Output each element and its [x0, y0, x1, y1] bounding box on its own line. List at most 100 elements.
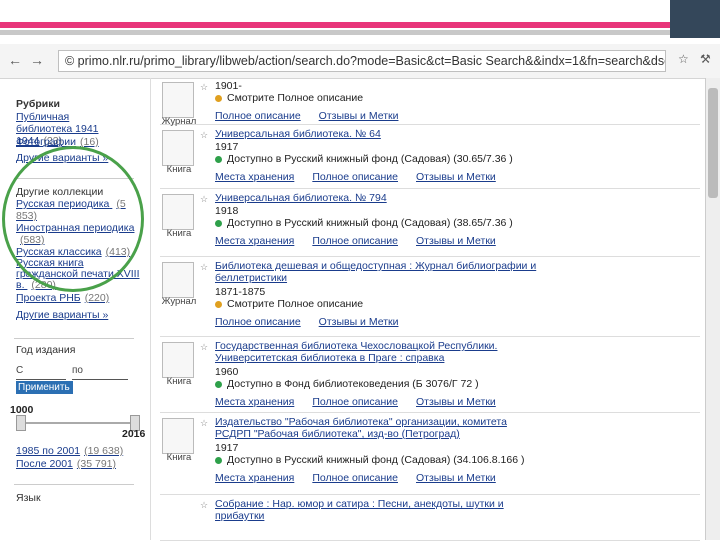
dark-corner-block — [670, 0, 720, 38]
facet-label: Фотографии — [16, 136, 77, 148]
url-input[interactable]: © primo.nlr.ru/primo_library/libweb/acti… — [58, 50, 666, 72]
facet-collection-4[interactable]: Русская книга гражданской печати XVIII в… — [16, 258, 141, 291]
save-to-basket-icon[interactable]: ☆ — [200, 194, 208, 205]
result-record: ☆ Собрание : Нар. юмор и сатира : Песни, … — [160, 496, 700, 541]
bookmark-star-icon[interactable]: ☆ — [678, 52, 689, 66]
year-to-field[interactable]: по — [72, 365, 128, 380]
result-action-link[interactable]: Места хранения — [215, 472, 294, 484]
result-action-link[interactable]: Отзывы и Метки — [319, 316, 399, 328]
facet-label: Иностранная периодика — [16, 222, 135, 234]
result-action-link[interactable]: Отзывы и Метки — [416, 472, 496, 484]
result-record: Книга ☆ Издательство "Рабочая библиотека" … — [160, 414, 700, 495]
to-label: по — [72, 365, 83, 376]
result-record: Книга ☆ Государственная библиотека Чехосло… — [160, 338, 700, 413]
save-to-basket-icon[interactable]: ☆ — [200, 82, 208, 93]
result-action-link[interactable]: Отзывы и Метки — [416, 235, 496, 247]
other-options-link-1[interactable]: Другие варианты » — [16, 152, 108, 164]
column-divider — [150, 78, 151, 540]
result-action-link[interactable]: Полное описание — [215, 110, 301, 122]
result-action-link[interactable]: Отзывы и Метки — [319, 110, 399, 122]
result-action-link[interactable]: Отзывы и Метки — [416, 171, 496, 183]
result-record: Книга ☆ Универсальная библиотека. № 794 191… — [160, 190, 700, 257]
availability-status: Доступно в Русский книжный фонд (Садовая… — [215, 217, 513, 229]
result-title-link[interactable]: Универсальная библиотека. № 64 — [215, 128, 545, 140]
save-to-basket-icon[interactable]: ☆ — [200, 130, 208, 141]
year-slider-track[interactable] — [18, 422, 138, 424]
result-title-link[interactable]: Библиотека дешевая и общедоступная : Жур… — [215, 260, 545, 284]
availability-text: Доступно в Русский книжный фонд (Садовая… — [227, 153, 513, 165]
availability-text: Доступно в Русский книжный фонд (Садовая… — [227, 217, 513, 229]
facet-collection-5[interactable]: Проекта РНБ (220) — [16, 292, 109, 304]
resource-type-label: Книга — [166, 452, 192, 463]
result-action-link[interactable]: Полное описание — [312, 396, 398, 408]
save-to-basket-icon[interactable]: ☆ — [200, 500, 208, 511]
back-arrow-icon[interactable]: ← — [8, 52, 22, 68]
facet-count: (583) — [20, 234, 45, 246]
availability-status: Доступно в Русский книжный фонд (Садовая… — [215, 454, 524, 466]
result-date: 1901- — [215, 80, 242, 92]
facet-collection-2[interactable]: Иностранная периодика (583) — [16, 222, 136, 246]
year-header: Год издания — [16, 344, 76, 356]
resource-type-icon[interactable] — [162, 418, 194, 454]
resource-type-icon[interactable] — [162, 82, 194, 118]
forward-arrow-icon[interactable]: → — [30, 52, 44, 68]
facet-year-2[interactable]: После 2001 (35 791) — [16, 458, 116, 470]
availability-text: Доступно в Русский книжный фонд (Садовая… — [227, 454, 525, 466]
result-action-link[interactable]: Места хранения — [215, 235, 294, 247]
availability-dot-icon — [215, 219, 222, 227]
result-date: 1960 — [215, 366, 239, 378]
result-title-link[interactable]: Универсальная библиотека. № 794 — [215, 192, 545, 204]
gray-stripe — [0, 30, 670, 35]
save-to-basket-icon[interactable]: ☆ — [200, 262, 208, 273]
collections-header: Другие коллекции — [16, 186, 104, 198]
facet-collection-1[interactable]: Русская периодика (5 853) — [16, 198, 131, 222]
apply-button[interactable]: Применить — [16, 381, 73, 394]
result-action-link[interactable]: Места хранения — [215, 396, 294, 408]
slider-min-handle[interactable] — [16, 415, 26, 431]
facet-rubric-2[interactable]: Фотографии (16) — [16, 136, 99, 148]
divider — [14, 484, 134, 485]
result-action-link[interactable]: Отзывы и Метки — [416, 396, 496, 408]
result-actions: Полное описание Отзывы и Метки — [215, 110, 416, 122]
other-options-link-2[interactable]: Другие варианты » — [16, 309, 108, 321]
availability-text: Смотрите Полное описание — [227, 298, 364, 310]
result-action-link[interactable]: Полное описание — [215, 316, 301, 328]
availability-status: Доступно в Русский книжный фонд (Садовая… — [215, 153, 513, 165]
availability-dot-icon — [215, 456, 222, 464]
resource-type-icon[interactable] — [162, 342, 194, 378]
slider-max-label: 2016 — [122, 428, 146, 440]
facet-count: (16) — [80, 136, 99, 148]
save-to-basket-icon[interactable]: ☆ — [200, 418, 208, 429]
vertical-scrollbar[interactable] — [705, 78, 720, 540]
resource-type-icon[interactable] — [162, 262, 194, 298]
result-action-link[interactable]: Полное описание — [312, 235, 398, 247]
scrollbar-thumb[interactable] — [708, 88, 718, 198]
availability-text: Смотрите Полное описание — [227, 92, 364, 104]
resource-type-label: Книга — [166, 376, 192, 387]
result-action-link[interactable]: Полное описание — [312, 171, 398, 183]
result-title-link[interactable]: Издательство "Рабочая библиотека" органи… — [215, 416, 545, 440]
result-action-link[interactable]: Полное описание — [312, 472, 398, 484]
result-action-link[interactable]: Места хранения — [215, 171, 294, 183]
wrench-icon[interactable]: ⚒ — [700, 52, 711, 66]
facet-sidebar: Рубрики Публичная библиотека 1941 1944 (2… — [0, 78, 150, 540]
facet-label: Русская периодика — [16, 198, 110, 210]
resource-type-label: Книга — [166, 164, 192, 175]
save-to-basket-icon[interactable]: ☆ — [200, 342, 208, 353]
facet-count: (19 638) — [84, 445, 124, 457]
result-title-link[interactable]: Собрание : Нар. юмор и сатира : Песни, а… — [215, 498, 545, 522]
divider — [14, 338, 134, 339]
result-record: Журнал ☆ Библиотека дешевая и общедоступна… — [160, 258, 700, 337]
slide-top-banner — [0, 0, 720, 38]
resource-type-icon[interactable] — [162, 194, 194, 230]
year-from-field[interactable]: С — [16, 365, 66, 380]
resource-type-icon[interactable] — [162, 130, 194, 166]
result-date: 1917 — [215, 442, 239, 454]
result-actions: Места хранения Полное описание Отзывы и Ме… — [215, 472, 514, 484]
availability-dot-icon — [215, 380, 222, 388]
result-actions: Места хранения Полное описание Отзывы и Ме… — [215, 235, 514, 247]
result-title-link[interactable]: Государственная библиотека Чехословацкой… — [215, 340, 545, 364]
facet-label: Проекта РНБ — [16, 292, 81, 304]
facet-year-1[interactable]: 1985 по 2001 (19 638) — [16, 445, 123, 457]
from-label: С — [16, 365, 24, 376]
